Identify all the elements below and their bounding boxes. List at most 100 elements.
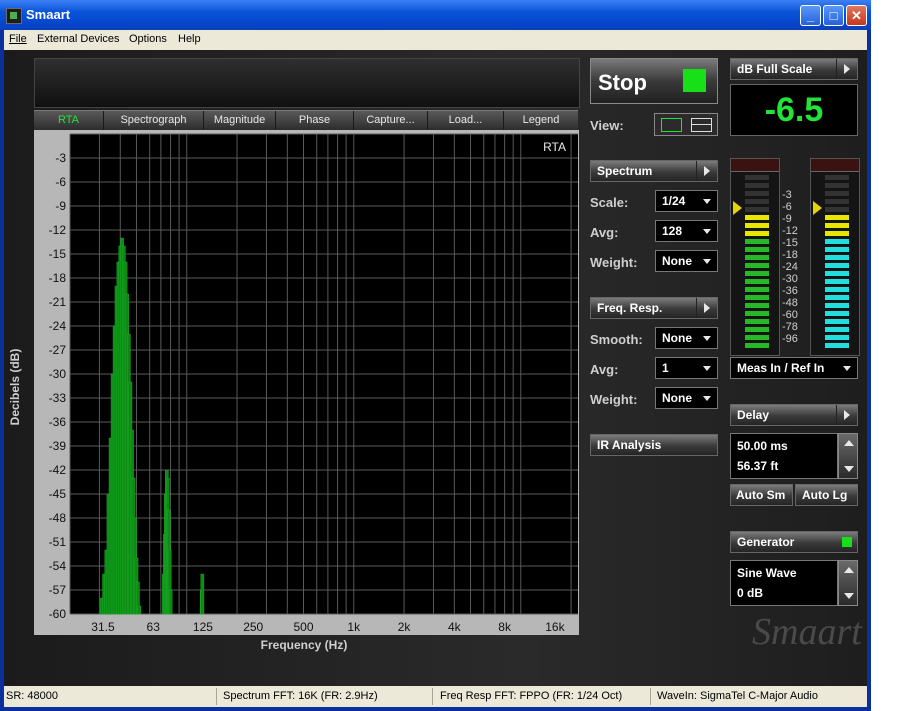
meter-segment bbox=[825, 215, 849, 220]
tab-magnitude[interactable]: Magnitude bbox=[204, 111, 276, 130]
x-tick-label: 4k bbox=[448, 620, 462, 634]
y-tick-label: -51 bbox=[49, 535, 67, 549]
meter-segment bbox=[745, 335, 769, 340]
meter-segment bbox=[745, 263, 769, 268]
generator-readout[interactable]: Sine Wave 0 dB bbox=[730, 560, 838, 606]
freq-resp-header-label: Freq. Resp. bbox=[597, 301, 663, 315]
ir-analysis-button[interactable]: IR Analysis bbox=[590, 434, 718, 456]
meter-segment bbox=[825, 327, 849, 332]
run-indicator bbox=[683, 69, 706, 92]
tab-capture[interactable]: Capture... bbox=[354, 111, 428, 130]
smaart-logo: Smaart bbox=[752, 611, 862, 653]
fr-weight-select[interactable]: None bbox=[655, 387, 718, 409]
meter-segment bbox=[745, 207, 769, 212]
menu-help[interactable]: Help bbox=[178, 33, 201, 45]
fr-avg-select[interactable]: 1 bbox=[655, 357, 718, 379]
x-tick-label: 8k bbox=[498, 620, 512, 634]
arrow-up-icon[interactable] bbox=[844, 567, 854, 573]
generator-spinner[interactable] bbox=[838, 560, 858, 606]
chevron-right-icon[interactable] bbox=[696, 298, 717, 318]
delay-readout[interactable]: 50.00 ms 56.37 ft bbox=[730, 433, 838, 479]
meter-segment bbox=[825, 207, 849, 212]
spectrum-header[interactable]: Spectrum bbox=[590, 160, 718, 182]
stop-label: Stop bbox=[598, 70, 647, 95]
meter-segment bbox=[825, 335, 849, 340]
rta-chart[interactable]: -3 -6 -9 -12 -15 -18 -21 -24 -27 -30 -33 -36 -39 -42 -… bbox=[34, 130, 579, 635]
dbfs-header-label: dB Full Scale bbox=[737, 62, 813, 76]
menu-file[interactable]: File bbox=[9, 33, 27, 45]
menu-bar: File External Devices Options Help bbox=[4, 30, 867, 50]
meter-segment bbox=[745, 327, 769, 332]
meter-scale-label: -24 bbox=[782, 261, 798, 273]
chevron-right-icon[interactable] bbox=[696, 161, 717, 181]
single-view-icon[interactable] bbox=[661, 118, 682, 132]
x-tick-label: 1k bbox=[347, 620, 361, 634]
meter-segment bbox=[825, 319, 849, 324]
scale-label: Scale: bbox=[590, 195, 629, 210]
split-view-icon[interactable] bbox=[691, 118, 712, 132]
tab-legend[interactable]: Legend bbox=[504, 111, 578, 130]
meter-segment bbox=[745, 247, 769, 252]
status-divider bbox=[650, 688, 651, 705]
meter-scale-label: -60 bbox=[782, 309, 798, 321]
y-tick-label: -48 bbox=[49, 511, 67, 525]
meter-segment bbox=[825, 191, 849, 196]
weight-select[interactable]: None bbox=[655, 250, 718, 272]
status-wavein: WaveIn: SigmaTel C-Major Audio bbox=[657, 690, 818, 702]
x-tick-label: 2k bbox=[398, 620, 412, 634]
close-button[interactable]: ✕ bbox=[846, 5, 867, 26]
delay-spinner[interactable] bbox=[838, 433, 858, 479]
maximize-button[interactable]: □ bbox=[823, 5, 844, 26]
auto-lg-button[interactable]: Auto Lg bbox=[795, 484, 858, 506]
y-tick-label: -42 bbox=[49, 463, 67, 477]
tab-rta[interactable]: RTA bbox=[34, 111, 104, 130]
scale-select[interactable]: 1/24 bbox=[655, 190, 718, 212]
meter-scale: -3 -6 -9 -12 -15 -18 -24 -30 -36 -48 -60 -78 -96 bbox=[780, 190, 810, 350]
meter-segment bbox=[745, 215, 769, 220]
y-tick-label: -39 bbox=[49, 439, 67, 453]
generator-header-label: Generator bbox=[737, 535, 795, 549]
auto-sm-button[interactable]: Auto Sm bbox=[730, 484, 793, 506]
tab-phase[interactable]: Phase bbox=[276, 111, 354, 130]
close-icon: ✕ bbox=[851, 8, 862, 23]
freq-resp-header[interactable]: Freq. Resp. bbox=[590, 297, 718, 319]
avg-select[interactable]: 128 bbox=[655, 220, 718, 242]
smooth-select[interactable]: None bbox=[655, 327, 718, 349]
meter-segment bbox=[745, 319, 769, 324]
meter-segment bbox=[825, 279, 849, 284]
stop-button[interactable]: Stop bbox=[590, 58, 718, 104]
delay-header[interactable]: Delay bbox=[730, 404, 858, 426]
x-tick-label: 16k bbox=[545, 620, 565, 634]
arrow-down-icon[interactable] bbox=[844, 593, 854, 599]
minimize-button[interactable]: _ bbox=[800, 5, 821, 26]
chevron-right-icon[interactable] bbox=[836, 405, 857, 425]
menu-options[interactable]: Options bbox=[129, 33, 167, 45]
x-tick-label: 31.5 bbox=[91, 620, 115, 634]
meter-segment bbox=[825, 255, 849, 260]
arrow-down-icon[interactable] bbox=[844, 466, 854, 472]
x-tick-label: 125 bbox=[193, 620, 213, 634]
y-tick-label: -18 bbox=[49, 271, 67, 285]
view-toggle[interactable] bbox=[654, 113, 718, 136]
y-tick-label: -9 bbox=[55, 199, 66, 213]
meas-ref-select[interactable]: Meas In / Ref In bbox=[730, 357, 858, 379]
maximize-icon: □ bbox=[829, 8, 838, 23]
meter-segment bbox=[825, 183, 849, 188]
dbfs-readout: -6.5 bbox=[730, 84, 858, 136]
tab-spectrograph[interactable]: Spectrograph bbox=[104, 111, 204, 130]
clip-indicator-left bbox=[731, 159, 779, 172]
arrow-up-icon[interactable] bbox=[844, 440, 854, 446]
y-tick-label: -15 bbox=[49, 247, 67, 261]
meter-segment bbox=[745, 231, 769, 236]
status-bar: SR: 48000 Spectrum FFT: 16K (FR: 2.9Hz) … bbox=[4, 686, 867, 707]
tab-load[interactable]: Load... bbox=[428, 111, 504, 130]
view-label: View: bbox=[590, 118, 624, 133]
meter-scale-label: -3 bbox=[782, 189, 792, 201]
app-icon[interactable] bbox=[6, 8, 22, 24]
dbfs-header[interactable]: dB Full Scale bbox=[730, 58, 858, 80]
generator-header[interactable]: Generator bbox=[730, 531, 858, 553]
meter-segment bbox=[745, 287, 769, 292]
title-bar[interactable]: Smaart _ □ ✕ bbox=[0, 0, 871, 30]
menu-external-devices[interactable]: External Devices bbox=[37, 33, 120, 45]
chevron-right-icon[interactable] bbox=[836, 59, 857, 79]
